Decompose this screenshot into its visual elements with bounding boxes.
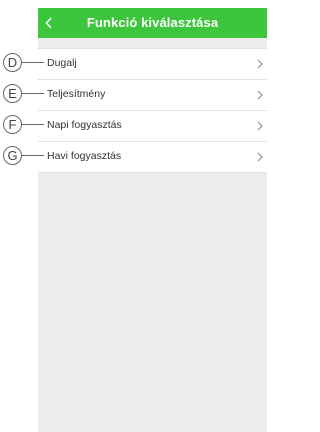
list-item-dugalj[interactable]: Dugalj [38,49,267,80]
page-title: Funkció kiválasztása [86,15,219,30]
list-item-teljesitmeny[interactable]: Teljesítmény [38,80,267,111]
chevron-right-icon [257,121,263,131]
callout-marker-d: D [3,53,22,72]
list-item-label: Teljesítmény [47,88,106,100]
chevron-right-icon [257,90,263,100]
phone-screen: Funkció kiválasztása Dugalj Teljesítmény… [38,8,267,432]
list-item-label: Dugalj [47,57,77,69]
header-bar: Funkció kiválasztása [38,8,267,38]
callout-marker-f: F [3,115,22,134]
callout-leader [22,62,44,63]
list-item-havi-fogyasztas[interactable]: Havi fogyasztás [38,142,267,173]
list-item-label: Havi fogyasztás [47,150,122,162]
function-list: Dugalj Teljesítmény Napi fogyasztás Havi… [38,48,267,173]
callout-marker-g: G [3,146,22,165]
callout-leader [22,155,44,156]
callout-marker-e: E [3,84,22,103]
callout-leader [22,93,44,94]
chevron-right-icon [257,59,263,69]
list-item-label: Napi fogyasztás [47,119,122,131]
callout-leader [22,124,44,125]
chevron-right-icon [257,152,263,162]
list-item-napi-fogyasztas[interactable]: Napi fogyasztás [38,111,267,142]
